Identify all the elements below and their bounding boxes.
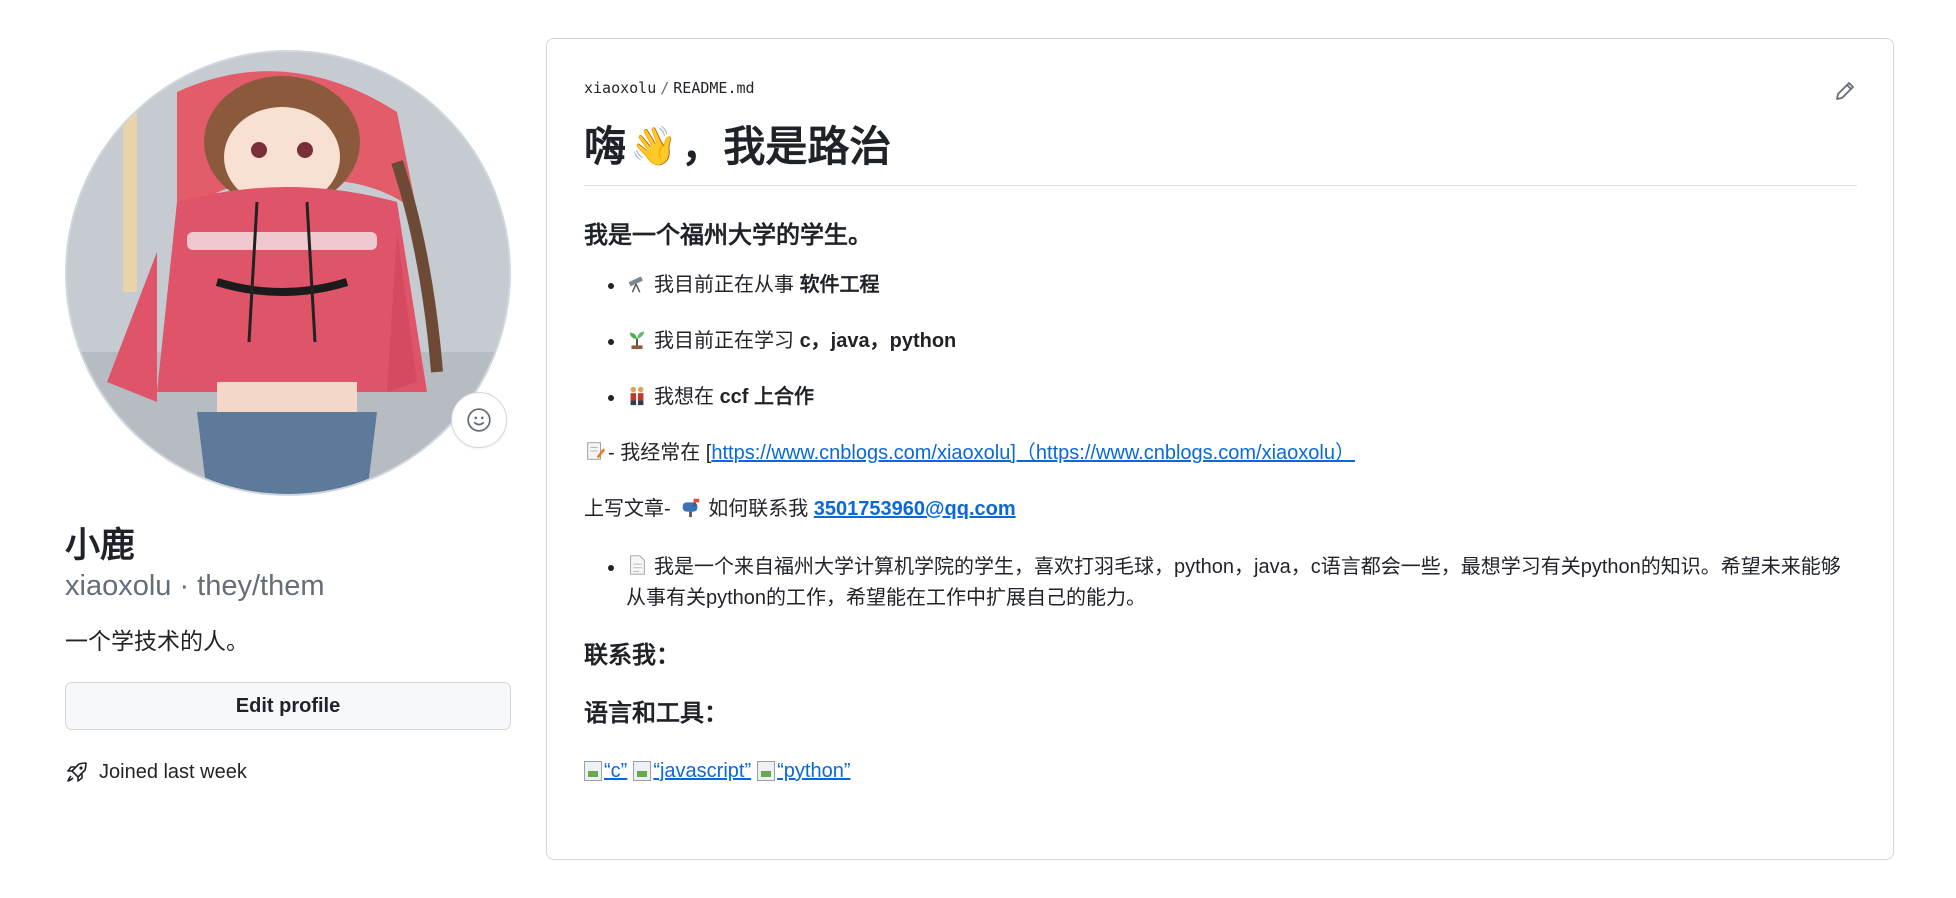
joined-label: Joined last week bbox=[99, 760, 247, 783]
profile-bio: 一个学技术的人。 bbox=[65, 628, 249, 654]
contact-label: 如何联系我 bbox=[708, 498, 809, 520]
smiley-icon bbox=[467, 408, 491, 432]
breadcrumb-separator: / bbox=[660, 79, 670, 97]
contact-heading: 联系我： bbox=[584, 642, 680, 669]
blog-paragraph: - 我经常在 [https://www.cnblogs.com/xiaoxolu… bbox=[584, 438, 1857, 468]
rocket-icon bbox=[67, 762, 87, 782]
joined-info: Joined last week bbox=[65, 760, 511, 784]
readme-title: 嗨 👋 ，我是路治 bbox=[584, 119, 1857, 186]
waving-hand-icon: 👋 bbox=[630, 126, 678, 168]
readme-owner-link[interactable]: xiaoxolu bbox=[584, 79, 656, 97]
avatar-container bbox=[65, 50, 511, 496]
broken-image-icon bbox=[633, 761, 652, 781]
tools-heading: 语言和工具： bbox=[584, 700, 728, 727]
broken-image-icon bbox=[757, 761, 776, 781]
skill-2-text: 我目前正在学习 bbox=[654, 330, 800, 352]
badge-c[interactable]: “c” bbox=[584, 756, 627, 786]
write-suffix: 上写文章- bbox=[584, 498, 671, 520]
mailbox-icon bbox=[682, 498, 700, 518]
contact-paragraph: 上写文章- 如何联系我 3501753960@qq.com bbox=[584, 494, 1857, 524]
readme-title-text-b: ，我是路治 bbox=[681, 123, 892, 170]
badge-c-alt: “c” bbox=[604, 760, 628, 782]
skill-2-bold: c，java，python bbox=[799, 330, 957, 352]
badge-javascript[interactable]: “javascript” bbox=[633, 756, 751, 786]
readme-card: xiaoxolu / README.md 嗨 👋 ，我是路治 我是一个福州大学的… bbox=[546, 38, 1894, 860]
tool-badges: “c” “javascript” “python” bbox=[584, 756, 1857, 786]
about-text: 我是一个来自福州大学计算机学院的学生，喜欢打羽毛球，python，java，c语… bbox=[626, 556, 1841, 609]
edit-readme-button[interactable] bbox=[1833, 79, 1857, 108]
skill-1-text: 我目前正在从事 bbox=[654, 274, 800, 296]
about-list: 我是一个来自福州大学计算机学院的学生，喜欢打羽毛球，python，java，c语… bbox=[584, 552, 1857, 614]
profile-login: xiaoxolu · they/them bbox=[65, 570, 325, 602]
readme-breadcrumb: xiaoxolu / README.md bbox=[584, 79, 1857, 97]
badge-python-alt: “python” bbox=[777, 760, 851, 782]
list-item: 我想在 ccf 上合作 bbox=[626, 382, 1857, 412]
skill-3-text: 我想在 bbox=[654, 386, 720, 408]
broken-image-icon bbox=[584, 761, 602, 781]
profile-display-name: 小鹿 bbox=[65, 526, 136, 565]
blog-prefix: - 我经常在 [ bbox=[608, 442, 712, 464]
list-item: 我是一个来自福州大学计算机学院的学生，喜欢打羽毛球，python，java，c语… bbox=[626, 552, 1857, 614]
readme-title-text-a: 嗨 bbox=[584, 123, 627, 170]
people-icon bbox=[630, 386, 644, 406]
readme-file-name[interactable]: README.md bbox=[673, 79, 754, 97]
list-item: 我目前正在从事 软件工程 bbox=[626, 270, 1857, 300]
seedling-icon bbox=[629, 331, 645, 350]
avatar-illustration bbox=[67, 52, 509, 494]
badge-javascript-alt: “javascript” bbox=[653, 760, 752, 782]
intro-heading: 我是一个福州大学的学生。 bbox=[584, 222, 872, 249]
edit-profile-button[interactable]: Edit profile bbox=[65, 682, 511, 730]
blog-link[interactable]: https://www.cnblogs.com/xiaoxolu]（https:… bbox=[711, 442, 1355, 464]
list-item: 我目前正在学习 c，java，python bbox=[626, 326, 1857, 356]
profile-sidebar: 小鹿 xiaoxolu · they/them 一个学技术的人。 Edit pr… bbox=[65, 50, 511, 784]
skill-3-bold: 上合作 bbox=[754, 386, 815, 408]
telescope-icon bbox=[628, 276, 643, 293]
email-link[interactable]: 3501753960@qq.com bbox=[814, 498, 1016, 520]
skills-list: 我目前正在从事 软件工程 我目前正在学习 c，java，python 我想在 c… bbox=[584, 270, 1857, 412]
skill-3-bold-a: ccf bbox=[719, 386, 749, 408]
pencil-icon bbox=[1836, 82, 1854, 100]
skill-1-bold: 软件工程 bbox=[799, 274, 880, 296]
set-status-button[interactable] bbox=[451, 392, 507, 448]
badge-python[interactable]: “python” bbox=[757, 756, 851, 786]
memo-icon bbox=[587, 442, 606, 460]
page-icon bbox=[630, 555, 645, 575]
avatar[interactable] bbox=[65, 50, 511, 496]
